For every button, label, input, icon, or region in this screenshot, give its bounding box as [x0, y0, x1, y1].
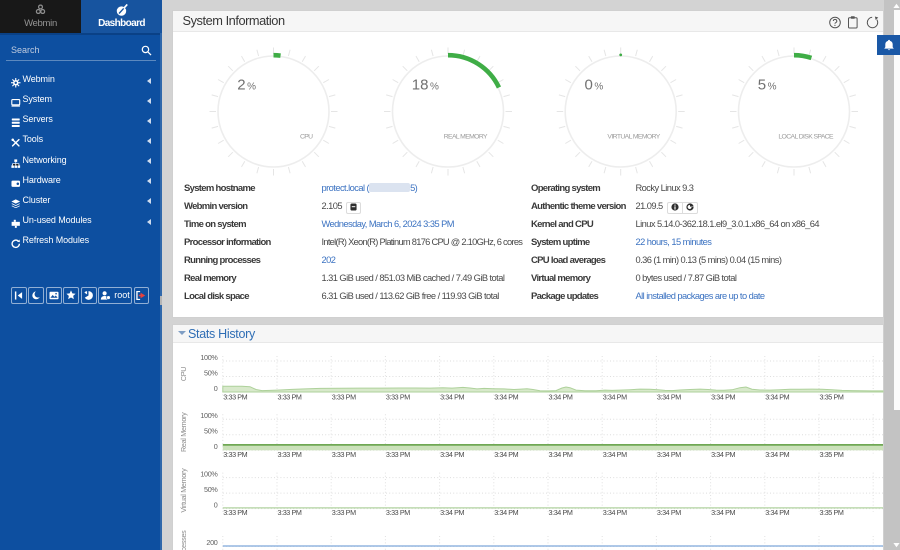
svg-text:0: 0 [214, 442, 218, 451]
svg-text:3:34 PM: 3:34 PM [657, 450, 681, 459]
svg-text:3:34 PM: 3:34 PM [603, 450, 627, 459]
svg-text:100%: 100% [200, 411, 218, 420]
svg-text:3:34 PM: 3:34 PM [494, 450, 518, 459]
svg-text:3:34 PM: 3:34 PM [440, 450, 464, 459]
svg-text:50%: 50% [204, 368, 218, 377]
svg-text:3:34 PM: 3:34 PM [549, 392, 573, 401]
svg-text:3:34 PM: 3:34 PM [657, 392, 681, 401]
svg-text:3:33 PM: 3:33 PM [386, 450, 410, 459]
svg-text:3:34 PM: 3:34 PM [549, 508, 573, 517]
svg-text:200: 200 [206, 538, 217, 547]
svg-text:Processes: Processes [179, 530, 188, 550]
svg-text:VIRTUAL MEMORY: VIRTUAL MEMORY [607, 134, 660, 141]
svg-text:3:34 PM: 3:34 PM [765, 450, 789, 459]
svg-text:3:33 PM: 3:33 PM [332, 508, 356, 517]
svg-text:50%: 50% [204, 427, 218, 436]
svg-text:3:34 PM: 3:34 PM [603, 508, 627, 517]
svg-text:50%: 50% [204, 485, 218, 494]
svg-text:3:33 PM: 3:33 PM [278, 450, 302, 459]
svg-text:3:34 PM: 3:34 PM [657, 508, 681, 517]
svg-text:LOCAL DISK SPACE: LOCAL DISK SPACE [778, 134, 834, 141]
svg-text:0: 0 [214, 384, 218, 393]
svg-text:3:34 PM: 3:34 PM [440, 392, 464, 401]
svg-text:CPU: CPU [179, 367, 188, 381]
svg-text:3:34 PM: 3:34 PM [711, 392, 735, 401]
svg-text:3:34 PM: 3:34 PM [494, 508, 518, 517]
svg-text:3:34 PM: 3:34 PM [711, 508, 735, 517]
svg-text:Virtual Memory: Virtual Memory [179, 468, 188, 513]
svg-text:3:33 PM: 3:33 PM [278, 392, 302, 401]
svg-text:3:33 PM: 3:33 PM [223, 450, 247, 459]
svg-text:REAL MEMORY: REAL MEMORY [444, 134, 488, 141]
svg-text:0: 0 [214, 501, 218, 510]
svg-text:3:34 PM: 3:34 PM [765, 392, 789, 401]
svg-text:3:33 PM: 3:33 PM [386, 508, 410, 517]
svg-text:3:35 PM: 3:35 PM [820, 450, 844, 459]
svg-text:Real Memory: Real Memory [179, 412, 188, 452]
svg-text:3:34 PM: 3:34 PM [494, 392, 518, 401]
svg-text:CPU: CPU [300, 134, 313, 141]
svg-text:100%: 100% [200, 470, 218, 479]
svg-text:3:33 PM: 3:33 PM [386, 392, 410, 401]
svg-text:3:33 PM: 3:33 PM [332, 392, 356, 401]
svg-text:3:33 PM: 3:33 PM [332, 450, 356, 459]
svg-text:3:33 PM: 3:33 PM [278, 508, 302, 517]
svg-text:3:34 PM: 3:34 PM [440, 508, 464, 517]
svg-text:3:34 PM: 3:34 PM [711, 450, 735, 459]
svg-text:3:35 PM: 3:35 PM [820, 508, 844, 517]
svg-text:3:34 PM: 3:34 PM [549, 450, 573, 459]
svg-text:3:34 PM: 3:34 PM [765, 508, 789, 517]
svg-text:3:35 PM: 3:35 PM [820, 392, 844, 401]
svg-text:100%: 100% [200, 353, 218, 362]
svg-text:3:34 PM: 3:34 PM [603, 392, 627, 401]
svg-text:3:33 PM: 3:33 PM [223, 392, 247, 401]
svg-text:3:33 PM: 3:33 PM [223, 508, 247, 517]
